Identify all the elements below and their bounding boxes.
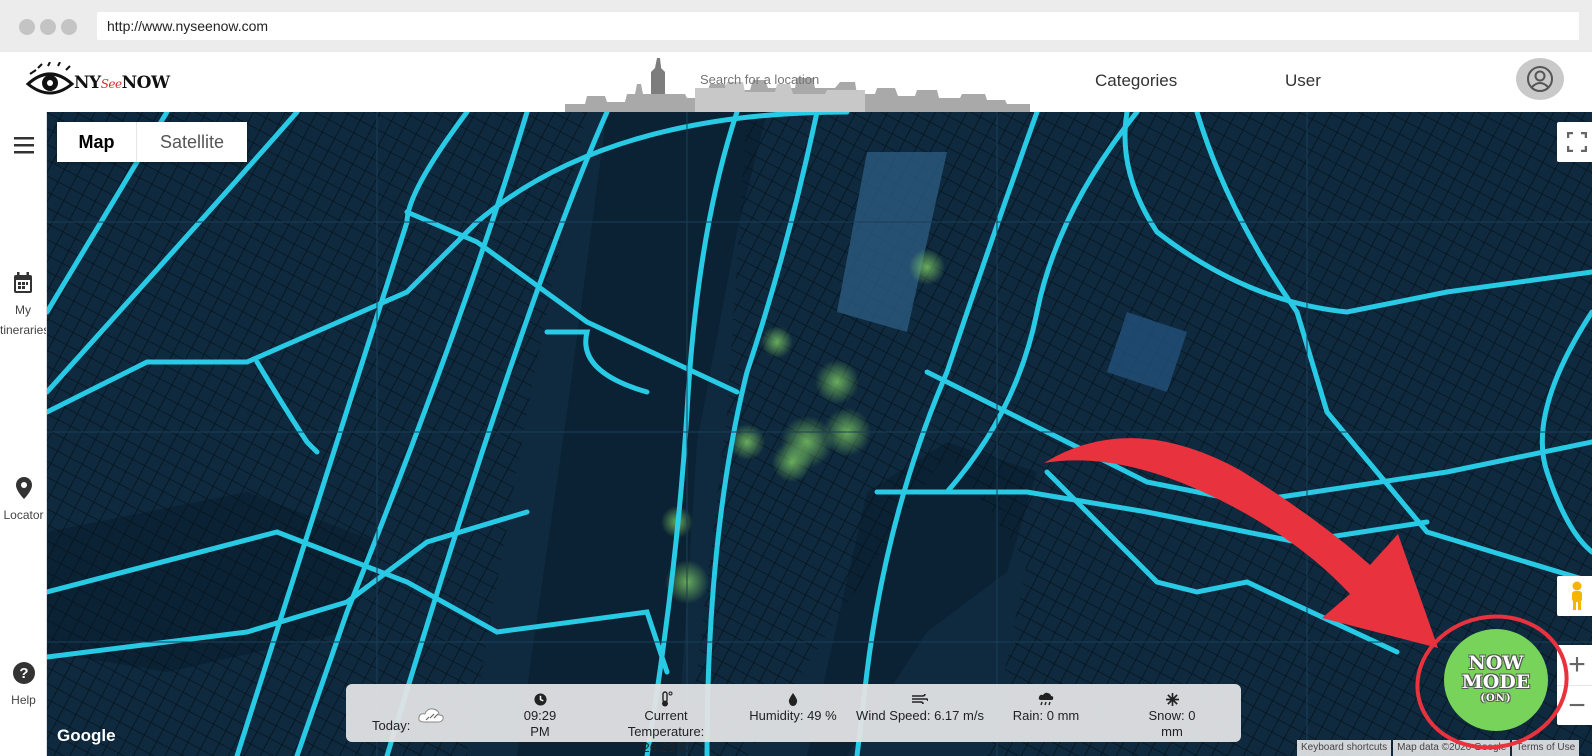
window-minimize-dot[interactable]	[40, 19, 56, 35]
nav-categories-link[interactable]: Categories	[1095, 71, 1177, 91]
svg-text:?: ?	[19, 665, 28, 682]
zoom-control: + −	[1557, 645, 1592, 725]
weather-bar: Today: 09:29 PM Current Temperature: 26.…	[346, 684, 1241, 755]
humidity-value: Humidity: 49 %	[749, 708, 837, 723]
temperature-label: Current Temperature:	[627, 708, 705, 739]
window-close-dot[interactable]	[19, 19, 35, 35]
hamburger-menu-icon	[13, 137, 34, 154]
user-avatar-button[interactable]	[1516, 58, 1564, 100]
pegman-icon	[1572, 581, 1582, 610]
now-mode-state: (ON)	[1480, 693, 1512, 704]
sidebar-menu-toggle[interactable]	[0, 136, 46, 160]
weather-wind: Wind Speed: 6.17 m/s	[856, 690, 984, 724]
sidebar-item-my-itineraries[interactable]: My Itineraries	[0, 272, 47, 340]
weather-rain: Rain: 0 mm	[1012, 690, 1080, 724]
temperature-value: 26.23°C	[642, 740, 690, 755]
logo-wordmark: NYSeeNOW	[74, 73, 170, 93]
keyboard-shortcuts-link[interactable]: Keyboard shortcuts	[1297, 740, 1392, 756]
snow-value: Snow: 0 mm	[1148, 708, 1196, 739]
google-logo: Google	[57, 726, 116, 745]
fullscreen-button[interactable]	[1557, 122, 1592, 162]
logo-ny-text: NY	[74, 73, 101, 93]
map-data-text: Map data ©2020 Google	[1393, 740, 1511, 756]
time-value: 09:29 PM	[523, 708, 557, 739]
logo-now-text: NOW	[121, 73, 170, 93]
rain-value: Rain: 0 mm	[1012, 708, 1080, 723]
zoom-out-button[interactable]: −	[1557, 685, 1592, 725]
user-profile-icon	[1527, 66, 1553, 92]
map-type-map-button[interactable]: Map	[57, 122, 137, 162]
browser-toolbar: http://www.nyseenow.com	[0, 0, 1592, 52]
thermometer-icon	[662, 691, 673, 707]
map-attribution: Keyboard shortcuts Map data ©2020 Google…	[1297, 740, 1581, 756]
map-road-layer	[47, 112, 1592, 756]
fullscreen-icon	[1567, 132, 1587, 152]
street-view-pegman-button[interactable]	[1557, 576, 1592, 616]
sidebar-item-label: Locator	[3, 508, 44, 522]
today-label: Today:	[372, 718, 411, 733]
calendar-icon	[14, 272, 32, 293]
nyseenow-logo[interactable]: NYSeeNOW	[25, 61, 170, 102]
eye-logo-icon	[25, 61, 75, 95]
sidebar-item-label: Help	[11, 693, 36, 707]
weather-time: 09:29 PM	[513, 690, 567, 740]
rain-icon	[1038, 692, 1054, 706]
cloud-night-icon	[418, 708, 444, 723]
sidebar-item-label: My Itineraries	[0, 303, 47, 337]
terms-link[interactable]: Terms of Use	[1512, 740, 1580, 756]
sidebar-item-help[interactable]: ? Help	[0, 662, 46, 710]
map-type-control: Map Satellite	[57, 122, 247, 162]
weather-temperature: Current Temperature: 26.23°C	[606, 690, 726, 756]
nav-user-link[interactable]: User	[1285, 71, 1321, 91]
address-bar[interactable]: http://www.nyseenow.com	[97, 12, 1579, 40]
weather-today: Today:	[372, 698, 446, 734]
weather-humidity: Humidity: 49 %	[749, 690, 837, 724]
left-sidebar: My Itineraries Locator ? Help	[0, 112, 47, 756]
wind-speed-value: Wind Speed: 6.17 m/s	[856, 708, 984, 723]
location-search-input[interactable]	[700, 72, 900, 87]
logo-see-text: See	[100, 77, 122, 91]
window-maximize-dot[interactable]	[61, 19, 77, 35]
help-icon: ?	[12, 662, 35, 684]
now-mode-toggle-button[interactable]: NOW MODE (ON)	[1444, 629, 1548, 731]
weather-snow: Snow: 0 mm	[1136, 690, 1208, 740]
zoom-in-button[interactable]: +	[1557, 645, 1592, 685]
sidebar-item-locator[interactable]: Locator	[0, 477, 46, 525]
map-canvas[interactable]: Map Satellite + − Google Keyboard shortc…	[47, 112, 1592, 756]
wind-icon	[912, 693, 928, 705]
humidity-drop-icon	[788, 692, 798, 706]
app-header: NYSeeNOW Categories User	[0, 52, 1592, 112]
clock-icon	[533, 692, 547, 706]
map-pin-icon	[15, 477, 32, 499]
map-type-satellite-button[interactable]: Satellite	[137, 122, 247, 162]
now-mode-line2: MODE	[1461, 671, 1531, 693]
snowflake-icon	[1165, 692, 1179, 706]
